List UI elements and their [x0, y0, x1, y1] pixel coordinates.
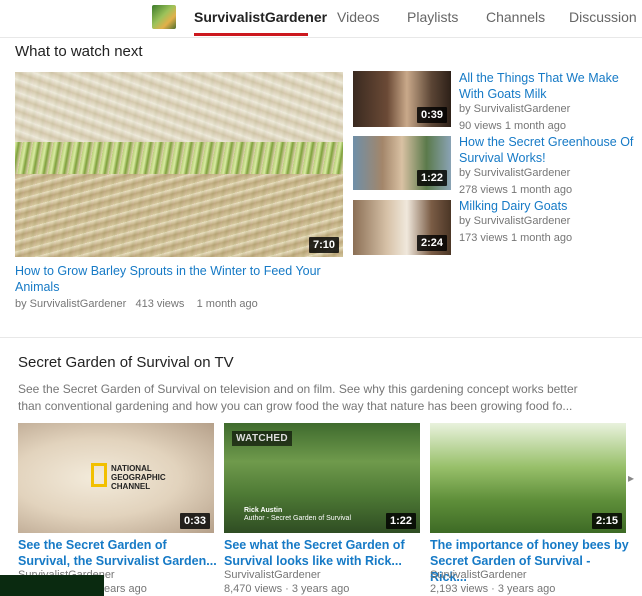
thumbnail-image-detail: [15, 72, 343, 143]
caption-role: Author - Secret Garden of Survival: [244, 515, 351, 522]
video-channel[interactable]: SurvivalistGardener: [224, 568, 321, 582]
video-thumbnail[interactable]: 0:39: [353, 71, 451, 127]
chevron-right-icon[interactable]: ▸: [628, 471, 634, 485]
section-description: See the Secret Garden of Survival on tel…: [18, 382, 578, 413]
video-duration: 1:22: [385, 513, 416, 529]
video-title[interactable]: All the Things That We Make With Goats M…: [459, 70, 639, 102]
video-meta: 90 views 1 month ago: [459, 120, 567, 132]
section-divider: [0, 337, 642, 338]
video-title[interactable]: Milking Dairy Goats: [459, 198, 639, 214]
video-channel[interactable]: by SurvivalistGardener: [459, 166, 570, 180]
national-geographic-logo: [91, 463, 107, 487]
thumbnail-image-detail: [15, 173, 343, 257]
caption-name: Rick Austin: [244, 507, 283, 514]
video-channel[interactable]: by SurvivalistGardener: [459, 214, 570, 228]
video-meta: 8,470 views · 3 years ago: [224, 583, 350, 595]
video-channel[interactable]: by SurvivalistGardener: [15, 298, 126, 310]
tab-channels[interactable]: Channels: [486, 9, 545, 25]
video-duration: 0:33: [179, 513, 210, 529]
video-title[interactable]: See the Secret Garden of Survival, the S…: [18, 537, 218, 569]
video-views: 413 views: [135, 298, 185, 310]
video-duration: 0:39: [416, 107, 447, 123]
channel-avatar[interactable]: [152, 5, 176, 29]
tab-channel-home[interactable]: SurvivalistGardener: [194, 9, 327, 25]
thumbnail-caption: Rick Austin Author - Secret Garden of Su…: [244, 507, 351, 523]
section-title-watch-next: What to watch next: [15, 43, 143, 60]
active-tab-indicator: [194, 33, 308, 36]
video-thumbnail[interactable]: 2:15: [430, 423, 626, 533]
video-meta: 278 views 1 month ago: [459, 184, 573, 196]
video-duration: 1:22: [416, 170, 447, 186]
video-meta: 2,193 views · 3 years ago: [430, 583, 556, 595]
video-meta: ears ago: [104, 583, 147, 595]
video-channel[interactable]: by SurvivalistGardener: [459, 102, 570, 116]
section-title-tv[interactable]: Secret Garden of Survival on TV: [18, 354, 234, 371]
channel-nav: SurvivalistGardener Videos Playlists Cha…: [0, 0, 642, 38]
tab-playlists[interactable]: Playlists: [407, 9, 458, 25]
video-title[interactable]: See what the Secret Garden of Survival l…: [224, 537, 422, 569]
featured-video-title[interactable]: How to Grow Barley Sprouts in the Winter…: [15, 263, 345, 295]
video-thumbnail[interactable]: WATCHED Rick Austin Author - Secret Gard…: [224, 423, 420, 533]
thumbnail-overlay-text: NATIONAL GEOGRAPHIC CHANNEL: [111, 464, 166, 491]
video-thumbnail[interactable]: 1:22: [353, 136, 451, 190]
video-thumbnail[interactable]: 2:24: [353, 200, 451, 255]
tab-videos[interactable]: Videos: [337, 9, 380, 25]
featured-video-thumbnail[interactable]: 7:10: [15, 72, 343, 257]
video-channel[interactable]: SurvivalistGardener: [430, 568, 527, 582]
video-age: 1 month ago: [196, 298, 258, 310]
video-duration: 2:24: [416, 235, 447, 251]
video-duration: 2:15: [591, 513, 622, 529]
video-title[interactable]: How the Secret Greenhouse Of Survival Wo…: [459, 134, 639, 166]
watched-badge: WATCHED: [232, 431, 292, 446]
video-thumbnail[interactable]: NATIONAL GEOGRAPHIC CHANNEL 0:33: [18, 423, 214, 533]
video-duration: 7:10: [308, 237, 339, 253]
featured-video-meta: by SurvivalistGardener 413 views 1 month…: [15, 297, 258, 311]
video-meta: 173 views 1 month ago: [459, 232, 573, 244]
tab-discussion[interactable]: Discussion: [569, 9, 637, 25]
overlay-block: [0, 575, 104, 596]
